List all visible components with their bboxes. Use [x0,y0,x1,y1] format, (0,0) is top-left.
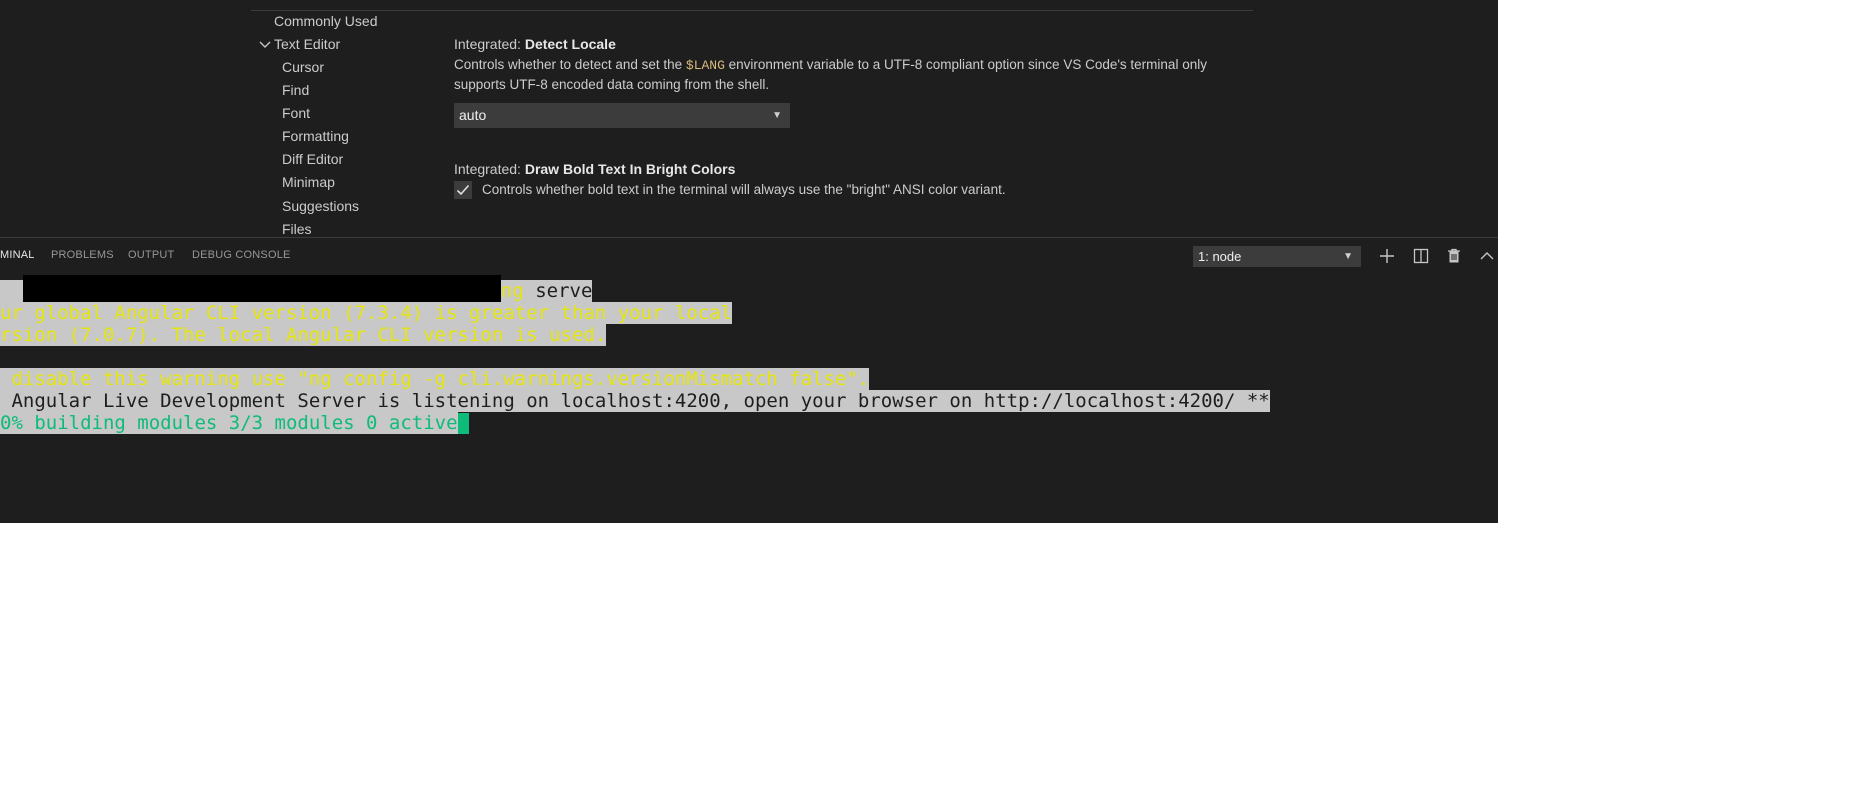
terminal-line: ur global Angular CLI version (7.3.4) is… [0,302,733,324]
dropdown-arrow-icon: ▼ [1343,251,1353,262]
check-icon [456,184,470,196]
terminal-line: 0% building modules 3/3 modules 0 active [0,412,469,434]
desc-text: supports UTF-8 encoded data coming from … [454,77,770,92]
detect-locale-select[interactable]: auto ▼ [454,103,790,128]
chevron-down-icon[interactable] [258,38,272,52]
desc-text: environment variable to a UTF-8 complian… [724,57,1207,72]
setting-desc-detect-locale: Controls whether to detect and set the $… [454,55,1254,94]
desc-text: Controls whether to detect and set the [454,57,686,72]
term-text: serve [523,280,593,302]
settings-divider [251,10,1253,11]
setting-category: Integrated: [454,36,525,52]
terminal-line: rsion (7.0.7). The local Angular CLI ver… [0,324,607,346]
split-icon[interactable] [1411,246,1431,266]
setting-desc-bold-bright: Controls whether bold text in the termin… [482,182,1006,197]
toc-item-commonly-used[interactable]: Commonly Used [274,11,377,31]
tab-debug-console[interactable]: DEBUG CONSOLE [192,249,291,261]
term-text: rsion (7.0.7). The local Angular CLI ver… [0,324,607,346]
vscode-window: Commonly Used Text Editor Cursor Find Fo… [0,0,1498,523]
terminal-line: ng serve [0,275,593,306]
select-value: auto [459,107,487,123]
setting-name: Detect Locale [524,36,616,52]
toc-item-minimap[interactable]: Minimap [282,172,335,192]
bottom-panel: MINAL PROBLEMS OUTPUT DEBUG CONSOLE 1: n… [0,237,1498,523]
dropdown-arrow-icon: ▼ [772,110,782,121]
toc-item-files[interactable]: Files [282,219,312,239]
lang-token: $LANG [685,58,725,73]
terminal-output[interactable]: ng serve ur global Angular CLI version (… [0,275,1498,523]
toc-item-diff-editor[interactable]: Diff Editor [282,149,343,169]
terminal-cursor [457,413,469,434]
term-text: ur global Angular CLI version (7.3.4) is… [0,302,733,324]
tab-terminal[interactable]: MINAL [0,249,35,261]
selection-highlight: ng serve [0,275,593,306]
plus-icon[interactable] [1377,246,1397,266]
setting-title-bold-bright: Integrated: Draw Bold Text In Bright Col… [454,161,735,177]
tab-output[interactable]: OUTPUT [128,249,174,261]
terminal-instance-select[interactable]: 1: node ▼ [1193,246,1361,267]
toc-item-find[interactable]: Find [282,80,309,100]
bold-bright-checkbox[interactable] [454,181,472,199]
term-text: 0% building modules 3/3 modules 0 active [0,412,458,434]
term-text: ng [500,280,524,302]
settings-editor: Commonly Used Text Editor Cursor Find Fo… [0,0,1498,237]
select-value: 1: node [1198,249,1242,264]
setting-title-detect-locale: Integrated: Detect Locale [454,36,616,52]
term-text: Angular Live Development Server is liste… [0,390,1270,412]
toc-item-suggestions[interactable]: Suggestions [282,196,359,216]
setting-category: Integrated: [454,161,525,177]
terminal-line: Angular Live Development Server is liste… [0,390,1270,412]
term-text: disable this warning use "ng config -g c… [0,368,870,390]
panel-tabs: MINAL PROBLEMS OUTPUT DEBUG CONSOLE [0,238,600,274]
terminal-line: disable this warning use "ng config -g c… [0,368,870,390]
toc-item-cursor[interactable]: Cursor [282,57,324,77]
tab-problems[interactable]: PROBLEMS [51,249,114,261]
toc-item-formatting[interactable]: Formatting [282,126,349,146]
chevron-up-icon[interactable] [1477,246,1497,266]
setting-name: Draw Bold Text In Bright Colors [524,161,736,177]
toc-item-font[interactable]: Font [282,103,310,123]
toc-item-text-editor[interactable]: Text Editor [274,34,340,54]
trash-icon[interactable] [1444,246,1464,266]
